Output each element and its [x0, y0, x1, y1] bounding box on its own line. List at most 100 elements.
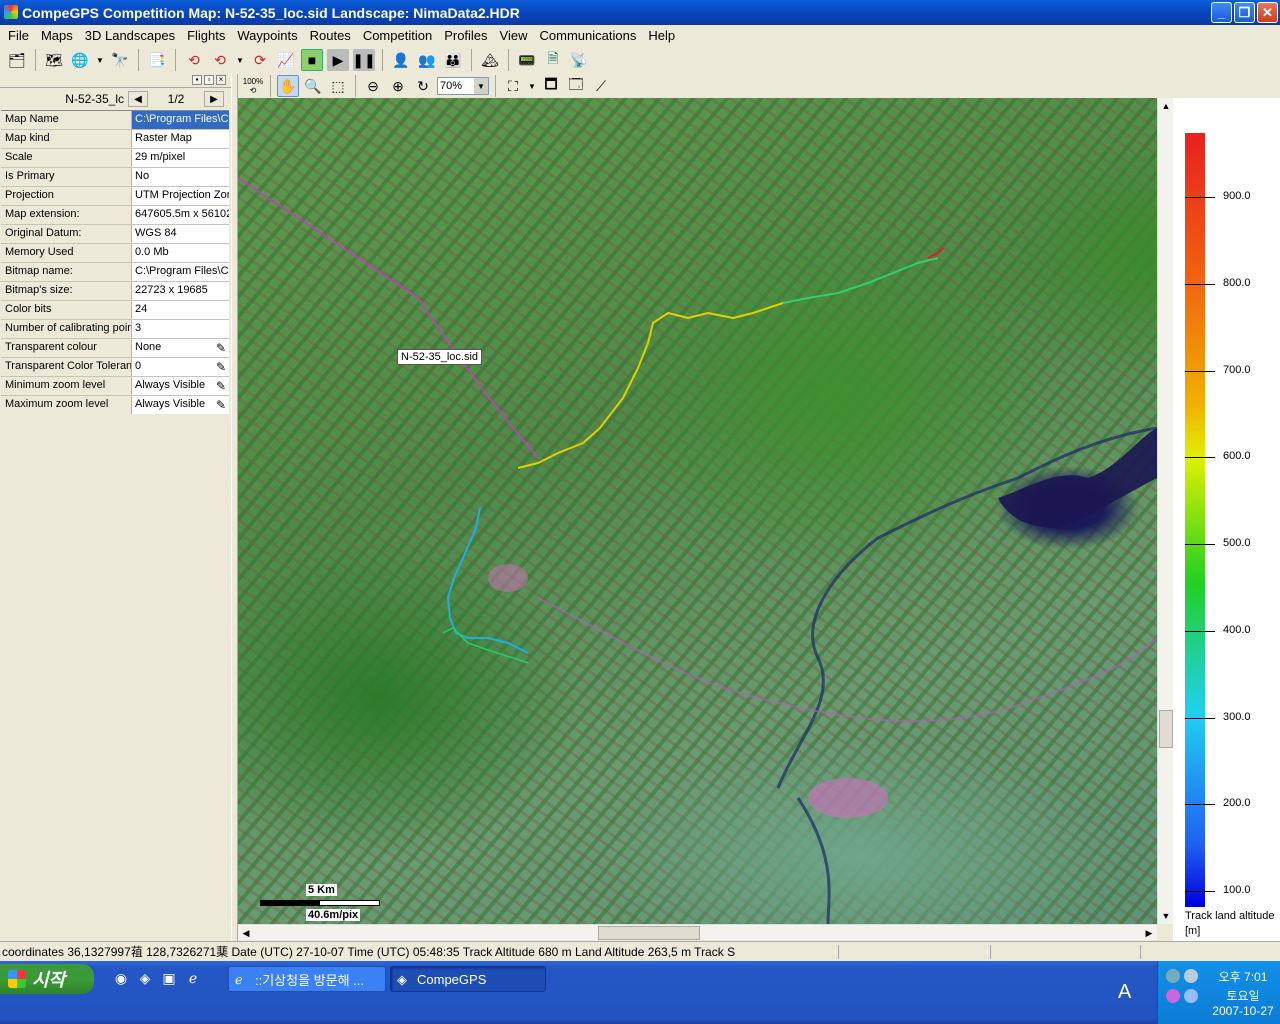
property-row[interactable]: Map kind Raster Map: [1, 130, 229, 149]
map-search-icon[interactable]: 🔭: [109, 49, 131, 71]
property-row[interactable]: Color bits 24: [1, 301, 229, 320]
maximize-button[interactable]: ❐: [1234, 2, 1255, 23]
vertical-scrollbar[interactable]: ▲ ▼: [1157, 98, 1173, 924]
scroll-up-icon[interactable]: ▲: [1158, 98, 1174, 114]
clock-time[interactable]: 오후 7:01: [1208, 968, 1278, 985]
map-view[interactable]: N-52-35_loc.sid 5 Km 40.6m/pix: [238, 98, 1157, 924]
property-row[interactable]: Number of calibrating point 3: [1, 320, 229, 339]
scroll-right-icon[interactable]: ▶: [1141, 925, 1157, 941]
network-icon[interactable]: [1166, 969, 1180, 983]
property-value[interactable]: 22723 x 19685: [132, 282, 229, 300]
property-value[interactable]: Raster Map: [132, 130, 229, 148]
menu-profiles[interactable]: Profiles: [438, 28, 493, 43]
property-row[interactable]: Projection UTM Projection Zor: [1, 187, 229, 206]
property-row[interactable]: Bitmap's size: 22723 x 19685: [1, 282, 229, 301]
scroll-left-icon[interactable]: ◀: [238, 925, 254, 941]
panel-close-icon[interactable]: ×: [216, 75, 226, 85]
menu-view[interactable]: View: [494, 28, 534, 43]
property-value[interactable]: WGS 84: [132, 225, 229, 243]
property-value[interactable]: 24: [132, 301, 229, 319]
property-value[interactable]: UTM Projection Zor: [132, 187, 229, 205]
menu-help[interactable]: Help: [642, 28, 681, 43]
edit-pencil-icon[interactable]: ✎: [216, 360, 226, 374]
menu-routes[interactable]: Routes: [304, 28, 357, 43]
next-map-button[interactable]: ▶: [204, 91, 224, 107]
play-icon[interactable]: ▶: [327, 49, 349, 71]
menu-communications[interactable]: Communications: [534, 28, 643, 43]
property-row[interactable]: Memory Used 0.0 Mb: [1, 244, 229, 263]
property-value[interactable]: 0.0 Mb: [132, 244, 229, 262]
open-track-icon[interactable]: ⟲: [183, 49, 205, 71]
minimize-button[interactable]: _: [1211, 2, 1232, 23]
panel-pin-icon[interactable]: ▪: [192, 75, 202, 85]
property-value[interactable]: None ✎: [132, 339, 229, 357]
close-button[interactable]: ✕: [1257, 2, 1278, 23]
pilots-icon[interactable]: 👥: [416, 49, 438, 71]
property-row[interactable]: Map extension: 647605.5m x 56102: [1, 206, 229, 225]
zoom-window-icon[interactable]: 🔍: [302, 75, 324, 97]
messenger-icon[interactable]: [1166, 989, 1180, 1003]
property-value[interactable]: 647605.5m x 56102: [132, 206, 229, 224]
zoom-level-select[interactable]: 70% ▼: [437, 77, 489, 95]
menu-flights[interactable]: Flights: [181, 28, 231, 43]
track-analysis-icon[interactable]: ⟳: [249, 49, 271, 71]
3d-view-icon[interactable]: 🏔: [479, 49, 501, 71]
measure-distance-icon[interactable]: ⟋: [590, 75, 612, 97]
quicklaunch-ie-icon[interactable]: ℯ: [184, 969, 202, 987]
property-value[interactable]: 0 ✎: [132, 358, 229, 376]
scroll-thumb[interactable]: [598, 926, 700, 940]
prev-map-button[interactable]: ◀: [128, 91, 148, 107]
zoom-in-icon[interactable]: ⊕: [387, 75, 409, 97]
property-row[interactable]: Scale 29 m/pixel: [1, 149, 229, 168]
property-row[interactable]: Transparent colour None ✎: [1, 339, 229, 358]
menu-file[interactable]: File: [2, 28, 35, 43]
pilot-icon[interactable]: 👤: [390, 49, 412, 71]
open-map-icon[interactable]: 🗺: [43, 49, 65, 71]
menu-3d-landscapes[interactable]: 3D Landscapes: [79, 28, 181, 43]
pan-hand-icon[interactable]: ✋: [277, 75, 299, 97]
map-options-icon[interactable]: 🌐: [69, 49, 91, 71]
menu-maps[interactable]: Maps: [35, 28, 79, 43]
team-icon[interactable]: 👪: [442, 49, 464, 71]
property-row[interactable]: Map Name C:\Program Files\Co: [1, 111, 229, 130]
property-value[interactable]: 29 m/pixel: [132, 149, 229, 167]
menu-competition[interactable]: Competition: [357, 28, 438, 43]
quicklaunch-app-icon[interactable]: ◉: [112, 969, 130, 987]
property-value[interactable]: Always Visible ✎: [132, 377, 229, 395]
edit-pencil-icon[interactable]: ✎: [216, 398, 226, 412]
pause-icon[interactable]: ❚❚: [352, 49, 376, 71]
zoom-out-icon[interactable]: ⊖: [362, 75, 384, 97]
volume-icon[interactable]: [1184, 969, 1198, 983]
stop-icon[interactable]: ■: [301, 49, 323, 71]
zoom-100-button[interactable]: 100% ⟲: [242, 75, 264, 97]
communications-icon[interactable]: 📡: [568, 49, 590, 71]
waypoint-file-icon[interactable]: 📑: [146, 49, 168, 71]
crop-dropdown-icon[interactable]: ▼: [527, 75, 537, 97]
quicklaunch-folder-icon[interactable]: ▣: [160, 969, 178, 987]
property-value[interactable]: C:\Program Files\Co: [132, 263, 229, 281]
property-row[interactable]: Is Primary No: [1, 168, 229, 187]
panel-restore-icon[interactable]: ▫: [204, 75, 214, 85]
print-preview-icon[interactable]: 🗔: [565, 75, 587, 97]
scroll-thumb[interactable]: [1159, 710, 1173, 748]
scroll-down-icon[interactable]: ▼: [1158, 908, 1174, 924]
property-row[interactable]: Original Datum: WGS 84: [1, 225, 229, 244]
property-value[interactable]: 3: [132, 320, 229, 338]
refresh-icon[interactable]: ↻: [412, 75, 434, 97]
property-row[interactable]: Transparent Color Toleranc 0 ✎: [1, 358, 229, 377]
property-value[interactable]: No: [132, 168, 229, 186]
panel-splitter[interactable]: [231, 74, 238, 941]
quicklaunch-compegps-icon[interactable]: ◈: [136, 969, 154, 987]
property-value[interactable]: Always Visible ✎: [132, 396, 229, 414]
property-row[interactable]: Minimum zoom level Always Visible ✎: [1, 377, 229, 396]
menu-waypoints[interactable]: Waypoints: [231, 28, 303, 43]
language-icon[interactable]: [1184, 989, 1198, 1003]
track-options-icon[interactable]: ⟲: [209, 49, 231, 71]
task-ie[interactable]: ℯ ::기상청을 방문해 ...: [228, 966, 386, 992]
start-button[interactable]: 시작: [0, 964, 94, 994]
ime-indicator[interactable]: A: [1118, 981, 1131, 1004]
task-compegps[interactable]: ◈ CompeGPS: [390, 966, 546, 992]
edit-pencil-icon[interactable]: ✎: [216, 379, 226, 393]
edit-pencil-icon[interactable]: ✎: [216, 341, 226, 355]
tree-icon[interactable]: 🗂: [6, 49, 28, 71]
